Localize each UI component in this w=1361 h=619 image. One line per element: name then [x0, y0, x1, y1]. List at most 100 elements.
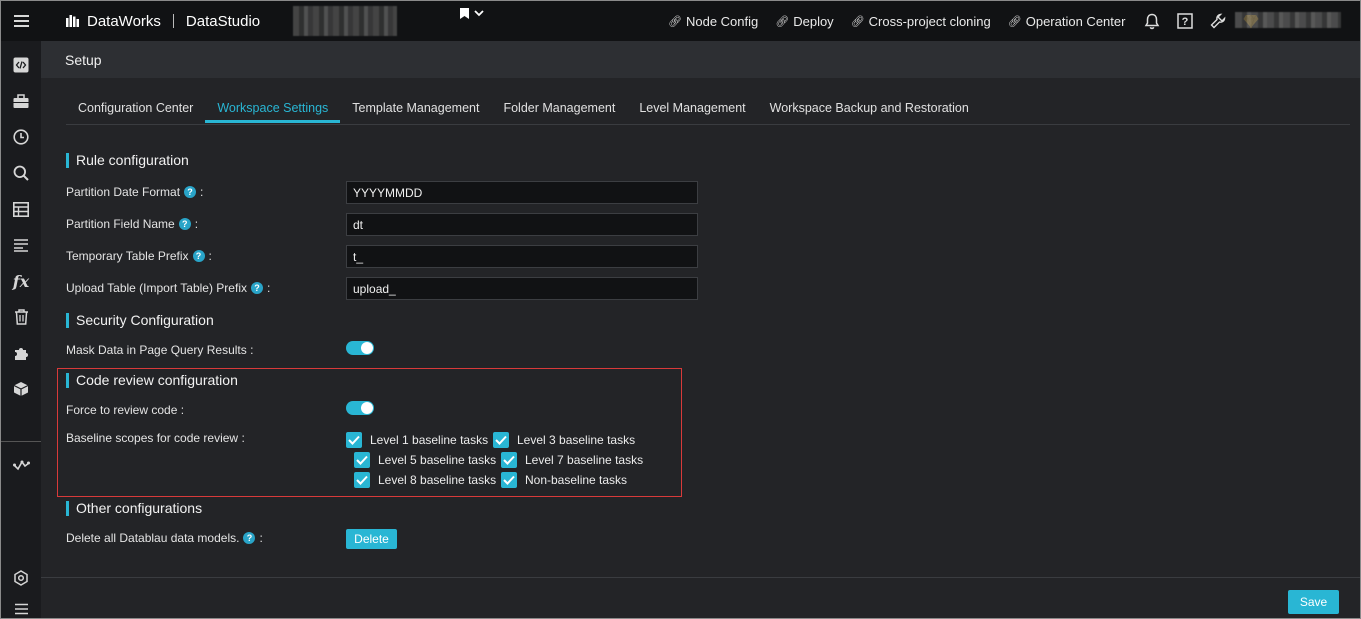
field-label: Force to review code: [66, 403, 178, 417]
field-colon: :: [180, 403, 185, 417]
deploy-link[interactable]: 🔗︎ Deploy: [775, 14, 833, 29]
operation-center-label: Operation Center: [1025, 13, 1126, 29]
help-icon[interactable]: ?: [184, 186, 197, 198]
checkbox-non-baseline[interactable]: Non-baseline tasks: [501, 472, 627, 488]
link-icon: 🔗︎: [775, 15, 790, 28]
dataworks-logo-icon: [66, 15, 79, 27]
bookmark-icon: [460, 8, 469, 19]
checkbox-label: Level 7 baseline tasks: [525, 453, 644, 467]
field-label: Partition Date Format: [66, 185, 181, 199]
tab-template-management[interactable]: Template Management: [340, 94, 491, 123]
checkbox-level-3[interactable]: Level 3 baseline tasks: [493, 432, 635, 448]
baseline-scopes-label: Baseline scopes for code review :: [66, 431, 245, 445]
app-name: DataStudio: [185, 12, 261, 30]
field-label: Partition Field Name: [66, 217, 175, 231]
footer-divider: [41, 577, 1360, 578]
help-icon[interactable]: ?: [250, 282, 263, 294]
field-colon: :: [200, 185, 204, 199]
field-colon: :: [266, 281, 271, 295]
help-icon[interactable]: ?: [243, 532, 256, 544]
table-icon[interactable]: [1, 191, 41, 227]
checkbox-label: Level 5 baseline tasks: [378, 453, 497, 467]
operation-center-link[interactable]: 🔗︎ Operation Center: [1008, 14, 1126, 29]
code-icon[interactable]: [1, 47, 41, 83]
bookmark-dropdown[interactable]: [460, 8, 484, 19]
node-config-label: Node Config: [685, 13, 759, 29]
checkbox-label: Level 8 baseline tasks: [378, 473, 497, 487]
partition-date-format-input[interactable]: [346, 181, 698, 204]
field-colon: :: [250, 343, 254, 357]
other-configurations-title: Other configurations: [66, 500, 202, 516]
hamburger-icon: [13, 15, 29, 27]
checkmark-icon: [354, 472, 370, 488]
function-icon[interactable]: fx: [1, 263, 41, 299]
save-button[interactable]: Save: [1288, 590, 1339, 614]
tab-workspace-backup[interactable]: Workspace Backup and Restoration: [758, 94, 981, 123]
tabs-divider: [66, 124, 1350, 125]
field-colon: :: [194, 217, 199, 231]
delete-datablau-label: Delete all Datablau data models.?:: [66, 531, 263, 545]
checkbox-level-5[interactable]: Level 5 baseline tasks: [354, 452, 496, 468]
help-icon[interactable]: ?: [192, 250, 205, 262]
logo[interactable]: DataWorks DataStudio: [65, 13, 260, 30]
field-colon: :: [208, 249, 212, 263]
node-config-link[interactable]: 🔗︎ Node Config: [668, 14, 758, 29]
list-icon[interactable]: [1, 227, 41, 263]
checkbox-level-1[interactable]: Level 1 baseline tasks: [346, 432, 488, 448]
left-sidebar: fx: [1, 41, 41, 618]
field-label: Baseline scopes for code review: [66, 431, 239, 445]
tab-workspace-settings[interactable]: Workspace Settings: [205, 94, 341, 123]
flow-icon[interactable]: [1, 447, 41, 483]
tab-level-management[interactable]: Level Management: [627, 94, 757, 123]
trash-icon[interactable]: [1, 299, 41, 335]
link-icon: 🔗︎: [1007, 15, 1022, 28]
checkmark-icon: [501, 472, 517, 488]
checkbox-label: Non-baseline tasks: [525, 473, 628, 487]
chevron-down-icon: [474, 10, 484, 17]
workspace-selector[interactable]: [293, 6, 397, 36]
briefcase-icon[interactable]: [1, 83, 41, 119]
sidebar-divider: [1, 441, 41, 442]
temporary-table-prefix-input[interactable]: [346, 245, 698, 268]
user-account[interactable]: [1235, 12, 1341, 28]
main-menu-button[interactable]: [1, 1, 41, 41]
checkbox-level-8[interactable]: Level 8 baseline tasks: [354, 472, 496, 488]
field-label: Upload Table (Import Table) Prefix: [66, 281, 247, 295]
checkmark-icon: [501, 452, 517, 468]
checkmark-icon: [346, 432, 362, 448]
partition-date-format-label: Partition Date Format?:: [66, 185, 203, 199]
checkbox-label: Level 1 baseline tasks: [370, 433, 489, 447]
partition-field-name-label: Partition Field Name?:: [66, 217, 198, 231]
help-icon[interactable]: ?: [1175, 11, 1195, 31]
mask-data-label: Mask Data in Page Query Results :: [66, 343, 253, 357]
checkbox-label: Level 3 baseline tasks: [517, 433, 636, 447]
menu-icon[interactable]: [1, 591, 41, 619]
search-icon[interactable]: [1, 155, 41, 191]
tab-configuration-center[interactable]: Configuration Center: [66, 94, 205, 123]
partition-field-name-input[interactable]: [346, 213, 698, 236]
brand-name: DataWorks: [87, 12, 161, 30]
upload-table-prefix-input[interactable]: [346, 277, 698, 300]
rule-configuration-title: Rule configuration: [66, 152, 189, 168]
help-icon[interactable]: ?: [178, 218, 191, 230]
cube-icon[interactable]: [1, 371, 41, 407]
wrench-icon[interactable]: [1208, 11, 1228, 31]
tab-bar: Configuration Center Workspace Settings …: [66, 94, 981, 123]
bell-icon[interactable]: [1142, 11, 1162, 31]
code-review-configuration-title: Code review configuration: [66, 372, 238, 388]
field-label: Mask Data in Page Query Results: [66, 343, 247, 357]
mask-data-toggle[interactable]: [346, 341, 374, 355]
cross-project-cloning-label: Cross-project cloning: [868, 13, 991, 29]
cross-project-cloning-link[interactable]: 🔗︎ Cross-project cloning: [851, 14, 991, 29]
clock-icon[interactable]: [1, 119, 41, 155]
tab-folder-management[interactable]: Folder Management: [491, 94, 627, 123]
link-icon: 🔗︎: [668, 15, 682, 28]
top-links: 🔗︎ Node Config 🔗︎ Deploy 🔗︎ Cross-project c…: [668, 1, 1274, 41]
force-review-toggle[interactable]: [346, 401, 374, 415]
checkmark-icon: [354, 452, 370, 468]
puzzle-icon[interactable]: [1, 335, 41, 371]
field-label: Temporary Table Prefix: [66, 249, 189, 263]
checkbox-level-7[interactable]: Level 7 baseline tasks: [501, 452, 643, 468]
delete-button[interactable]: Delete: [346, 529, 397, 549]
force-review-label: Force to review code :: [66, 403, 184, 417]
